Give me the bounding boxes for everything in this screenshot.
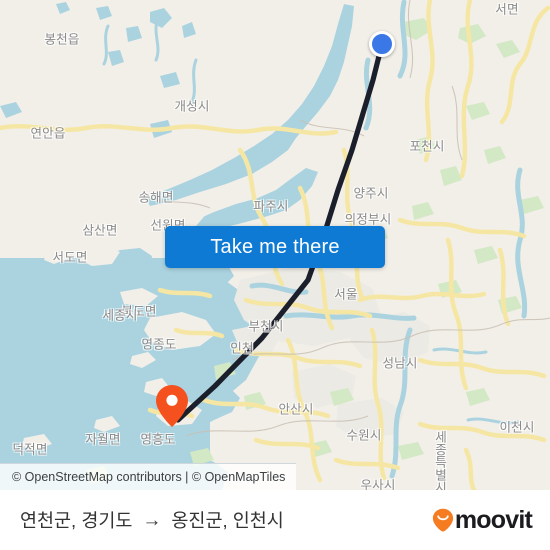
- brand-name-text: moovit: [454, 505, 533, 534]
- moovit-pin-icon: [432, 508, 453, 532]
- map-attribution: © OpenStreetMap contributors | © OpenMap…: [0, 463, 296, 490]
- moovit-route-screenshot: 봉천읍연안읍개성시서면포천시양주시의정부시송해면선원면파주시삼산면서도면서울부천…: [0, 0, 550, 550]
- map-canvas[interactable]: 봉천읍연안읍개성시서면포천시양주시의정부시송해면선원면파주시삼산면서도면서울부천…: [0, 0, 550, 490]
- arrow-right-icon: →: [142, 509, 162, 531]
- destination-marker[interactable]: [155, 384, 189, 428]
- route-destination-label: 옹진군, 인천시: [171, 510, 284, 531]
- route-origin-label: 연천군, 경기도: [20, 510, 133, 531]
- take-me-there-button[interactable]: Take me there: [165, 226, 385, 268]
- moovit-logo[interactable]: moovit: [432, 505, 533, 534]
- origin-marker[interactable]: [369, 31, 395, 57]
- map-pin-icon: [156, 385, 188, 427]
- attribution-text[interactable]: © OpenStreetMap contributors | © OpenMap…: [12, 470, 285, 484]
- route-summary: 연천군, 경기도 → 옹진군, 인천시: [20, 507, 284, 533]
- footer-bar: 연천군, 경기도 → 옹진군, 인천시 moovit: [0, 490, 550, 550]
